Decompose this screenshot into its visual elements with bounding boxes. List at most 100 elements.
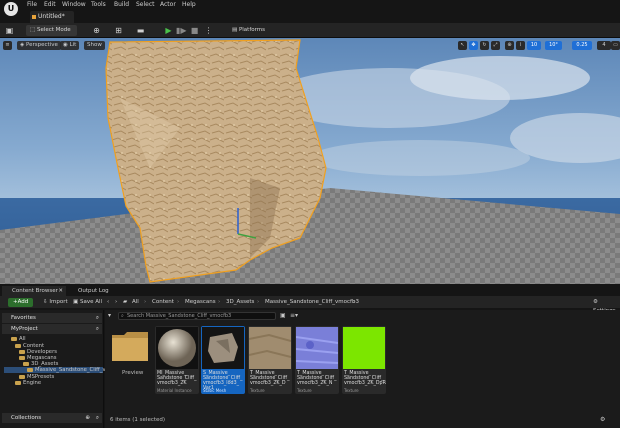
folder-icon <box>11 336 17 341</box>
select-tool-icon[interactable]: ↖ <box>458 41 467 50</box>
step-icon[interactable]: ▮▶ <box>176 26 187 35</box>
asset-tile-texture-normal[interactable]: T_Massive_ Sandstone_Cliff_ vmocfb3_2K_N… <box>295 326 339 394</box>
rotation-snap-value[interactable]: 10° <box>545 41 562 50</box>
collections-header[interactable]: Collections ⊕ ⌕ <box>2 413 102 423</box>
collections-label: Collections <box>11 415 42 421</box>
favorites-header[interactable]: Favorites ⌕ <box>2 313 102 323</box>
play-icon[interactable]: ▶ <box>164 26 173 35</box>
asset-tile-texture-diffuse[interactable]: T_Massive_ Sandstone_Cliff_ vmocfb3_2K_D… <box>248 326 292 394</box>
tab-output-log[interactable]: Output Log <box>68 286 116 296</box>
breadcrumb-current-folder[interactable]: Massive_Sandstone_Cliff_vmocfb3 <box>265 298 359 307</box>
select-mode-dropdown[interactable]: ⬚ Select Mode ▾ <box>26 25 77 44</box>
add-button[interactable]: +Add <box>8 298 34 307</box>
search-icon[interactable]: ⌕ <box>96 413 99 423</box>
add-collection-icon[interactable]: ⊕ <box>85 413 90 423</box>
unreal-logo-icon[interactable]: U <box>4 2 18 16</box>
asset-name: T_Massive_ Sandstone_Cliff_ vmocfb3_2K_N <box>297 371 337 386</box>
add-label: Add <box>17 299 29 305</box>
tree-item-selected-folder[interactable]: Massive_Sandstone_Cliff_vm <box>4 367 111 373</box>
maximize-viewport-icon[interactable]: ▭ <box>611 41 620 50</box>
menu-tools[interactable]: Tools <box>91 1 106 8</box>
surface-snap-icon[interactable]: ⌇ <box>516 41 525 50</box>
save-search-icon[interactable]: ▣ <box>280 312 286 319</box>
menu-build[interactable]: Build <box>114 1 129 8</box>
filter-icon[interactable]: ▾ <box>108 312 111 319</box>
document-tab[interactable]: Untitled* <box>30 11 74 23</box>
folder-icon <box>19 349 25 354</box>
document-tab-strip <box>26 10 620 23</box>
filters-dropdown-icon[interactable]: ≡▾ <box>290 312 298 319</box>
menu-edit[interactable]: Edit <box>44 1 56 8</box>
translate-tool-icon[interactable]: ✥ <box>469 41 478 50</box>
breadcrumb-all[interactable]: All <box>132 298 139 307</box>
save-all-button[interactable]: ▣ Save All <box>70 298 105 307</box>
breadcrumb-separator-icon[interactable]: › <box>218 298 220 307</box>
cinematics-icon[interactable]: ▬ <box>136 26 145 35</box>
search-icon[interactable]: ⌕ <box>96 313 99 323</box>
play-options-icon[interactable]: ⋮ <box>204 26 213 35</box>
items-count: 6 items (1 selected) <box>110 417 166 423</box>
folder-preview-icon[interactable] <box>111 330 149 362</box>
platforms-label: Platforms <box>238 27 266 33</box>
project-header[interactable]: MyProject ⌕ <box>2 324 102 334</box>
import-button[interactable]: ⇩ Import <box>40 298 71 307</box>
breadcrumb-3d-assets[interactable]: 3D_Assets <box>226 298 254 307</box>
asset-type: Texture <box>297 388 312 393</box>
breadcrumb-content[interactable]: Content <box>152 298 174 307</box>
view-options-icon[interactable]: ⚙ <box>600 416 605 423</box>
tree-item-engine[interactable]: Engine <box>15 380 41 386</box>
menu-help[interactable]: Help <box>182 1 196 8</box>
select-mode-icon: ⬚ <box>30 27 37 33</box>
grid-snap-value[interactable]: 10 <box>527 41 541 50</box>
diffuse-texture-thumbnail <box>249 327 291 369</box>
lit-label: Lit <box>69 42 77 48</box>
lit-button[interactable]: ◉ Lit <box>60 41 80 50</box>
asset-tile-static-mesh[interactable]: S_Massive_ Sandstone_Cliff_ vmocfb3_lod3… <box>201 326 245 394</box>
rotate-tool-icon[interactable]: ↻ <box>480 41 489 50</box>
perspective-button[interactable]: ◈ Perspective <box>17 41 61 50</box>
asset-name: MI_Massive_ Sandstone_Cliff_ vmocfb3_2K <box>157 371 197 386</box>
tab-content-browser[interactable]: Content Browser ✕ <box>2 286 66 296</box>
search-icon[interactable]: ⌕ <box>96 324 99 334</box>
level-viewport[interactable]: ≡ ◈ Perspective ◉ Lit Show ↖ ✥ ↻ ⤢ ⊕ ⌇ 1… <box>0 38 620 284</box>
history-back-icon[interactable]: ‹ <box>104 298 112 307</box>
viewport-menu-icon[interactable]: ≡ <box>3 41 12 50</box>
show-button[interactable]: Show <box>84 41 105 50</box>
camera-speed-value[interactable]: 4 <box>597 41 611 50</box>
scale-tool-icon[interactable]: ⤢ <box>491 41 500 50</box>
select-mode-label: Select Mode <box>36 27 71 33</box>
asset-type: Texture <box>344 388 359 393</box>
world-local-icon[interactable]: ⊕ <box>505 41 514 50</box>
tree-item-all[interactable]: All <box>11 336 26 342</box>
asset-type: Material Instance <box>157 388 192 393</box>
breadcrumb-separator-icon[interactable]: › <box>353 298 355 307</box>
breadcrumb-separator-icon[interactable]: › <box>257 298 259 307</box>
folder-icon <box>19 374 25 379</box>
folder-icon <box>15 343 21 348</box>
menu-file[interactable]: File <box>27 1 37 8</box>
menu-window[interactable]: Window <box>62 1 86 8</box>
blueprint-icon[interactable]: ⊞ <box>114 26 123 35</box>
breadcrumb-separator-icon[interactable]: › <box>144 298 146 307</box>
import-label: Import <box>49 299 68 305</box>
sandstone-cliff-mesh[interactable] <box>0 38 620 284</box>
settings-button[interactable]: ⚙ Settings <box>590 298 620 314</box>
breadcrumb-separator-icon[interactable]: › <box>177 298 179 307</box>
stop-icon[interactable]: ■ <box>190 26 199 35</box>
add-actor-icon[interactable]: ⊕ <box>92 26 101 35</box>
history-forward-icon[interactable]: › <box>112 298 120 307</box>
search-placeholder: Search Massive_Sandstone_Cliff_vmocfb3 <box>127 313 232 319</box>
normal-texture-thumbnail <box>296 327 338 369</box>
platforms-dropdown[interactable]: ▤ Platforms ▾ <box>228 25 272 44</box>
menu-select[interactable]: Select <box>136 1 155 8</box>
asset-tile-texture-dpr[interactable]: T_Massive_ Sandstone_Cliff_ vmocfb3_2K_D… <box>342 326 386 394</box>
breadcrumb-megascans[interactable]: Megascans <box>185 298 216 307</box>
menu-actor[interactable]: Actor <box>160 1 176 8</box>
save-icon[interactable]: ▣ <box>5 26 14 35</box>
asset-tile-material-instance[interactable]: MI_Massive_ Sandstone_Cliff_ vmocfb3_2K … <box>155 326 199 394</box>
scale-snap-value[interactable]: 0.25 <box>572 41 592 50</box>
asset-search-input[interactable]: ⌕ Search Massive_Sandstone_Cliff_vmocfb3 <box>118 312 276 320</box>
gear-icon: ⚙ <box>593 299 598 305</box>
platforms-icon: ▤ <box>232 27 239 33</box>
close-icon[interactable]: ✕ <box>58 286 63 296</box>
